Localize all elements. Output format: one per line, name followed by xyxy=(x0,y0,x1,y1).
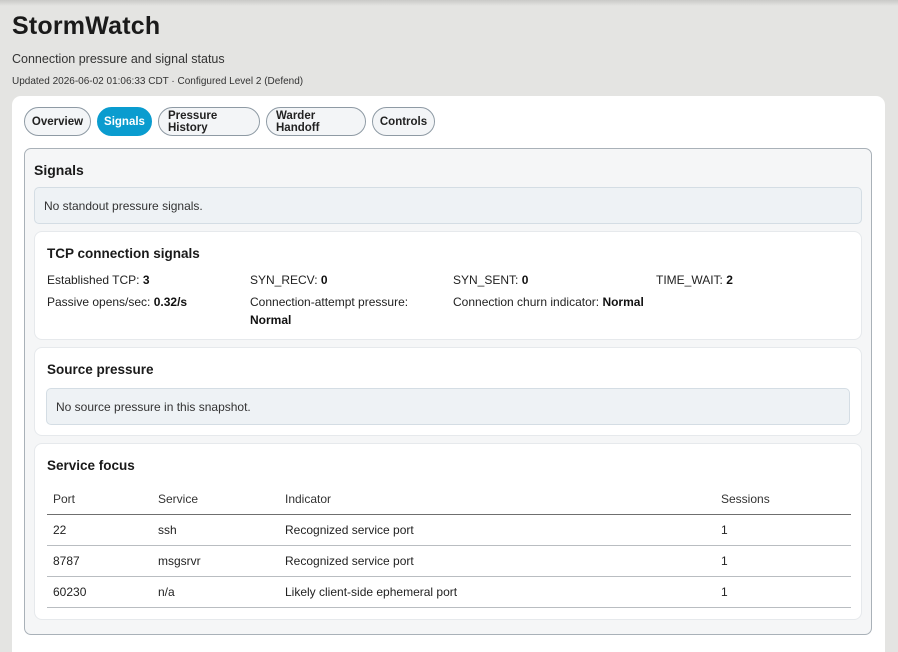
column-header-indicator: Indicator xyxy=(279,484,715,515)
sessions-cell: 1 xyxy=(715,576,851,608)
table-header-row: Port Service Indicator Sessions xyxy=(47,484,851,515)
indicator-cell: Likely client-side ephemeral port xyxy=(279,576,715,608)
port-cell: 60230 xyxy=(47,576,152,608)
syn-sent-value: 0 xyxy=(521,273,529,287)
service-focus-table: Port Service Indicator Sessions 22 ssh R… xyxy=(47,484,851,608)
passive-opens-label: Passive opens/sec: xyxy=(47,295,151,309)
time-wait-label: TIME_WAIT: xyxy=(656,273,723,287)
service-cell: n/a xyxy=(152,576,279,608)
indicator-cell: Recognized service port xyxy=(279,545,715,577)
signals-heading: Signals xyxy=(34,162,84,178)
port-cell: 8787 xyxy=(47,545,152,577)
syn-sent-label: SYN_SENT: xyxy=(453,273,519,287)
established-tcp-stat: Established TCP: 3 xyxy=(47,271,150,289)
column-header-port: Port xyxy=(47,484,152,515)
attempt-pressure-stat: Connection-attempt pressure: Normal xyxy=(250,293,430,329)
sessions-cell: 1 xyxy=(715,514,851,546)
source-pressure-notice: No source pressure in this snapshot. xyxy=(46,388,850,425)
source-pressure-heading: Source pressure xyxy=(47,362,154,377)
syn-recv-stat: SYN_RECV: 0 xyxy=(250,271,328,289)
service-focus-heading: Service focus xyxy=(47,458,135,473)
syn-sent-stat: SYN_SENT: 0 xyxy=(453,271,528,289)
column-header-service: Service xyxy=(152,484,279,515)
table-row: 22 ssh Recognized service port 1 xyxy=(47,514,851,546)
column-header-sessions: Sessions xyxy=(715,484,851,515)
last-updated-status: Updated 2026-06-02 01:06:33 CDT · Config… xyxy=(12,76,304,87)
window-top-shade xyxy=(0,0,898,6)
service-cell: msgsrvr xyxy=(152,545,279,577)
time-wait-stat: TIME_WAIT: 2 xyxy=(656,271,733,289)
app-subtitle: Connection pressure and signal status xyxy=(12,52,225,66)
service-cell: ssh xyxy=(152,514,279,546)
churn-indicator-value: Normal xyxy=(602,295,644,309)
table-row: 60230 n/a Likely client-side ephemeral p… xyxy=(47,576,851,608)
churn-indicator-label: Connection churn indicator: xyxy=(453,295,600,309)
syn-recv-value: 0 xyxy=(320,273,328,287)
sessions-cell: 1 xyxy=(715,545,851,577)
established-tcp-value: 3 xyxy=(142,273,150,287)
tab-pressure-history[interactable]: Pressure History xyxy=(158,107,260,136)
tab-controls[interactable]: Controls xyxy=(372,107,435,136)
passive-opens-stat: Passive opens/sec: 0.32/s xyxy=(47,293,187,311)
signals-notice: No standout pressure signals. xyxy=(34,187,862,224)
source-pressure-card: Source pressure No source pressure in th… xyxy=(34,347,862,436)
table-row: 8787 msgsrvr Recognized service port 1 xyxy=(47,545,851,577)
passive-opens-value: 0.32/s xyxy=(153,295,188,309)
time-wait-value: 2 xyxy=(726,273,733,287)
tab-bar: Overview Signals Pressure History Warder… xyxy=(24,107,441,136)
syn-recv-label: SYN_RECV: xyxy=(250,273,318,287)
tcp-signals-card: TCP connection signals Established TCP: … xyxy=(34,231,862,340)
attempt-pressure-value: Normal xyxy=(250,313,292,327)
churn-indicator-stat: Connection churn indicator: Normal xyxy=(453,293,644,311)
main-card: Overview Signals Pressure History Warder… xyxy=(12,96,885,652)
established-tcp-label: Established TCP: xyxy=(47,273,140,287)
attempt-pressure-label: Connection-attempt pressure: xyxy=(250,295,409,309)
tab-signals[interactable]: Signals xyxy=(97,107,152,136)
tcp-signals-heading: TCP connection signals xyxy=(47,246,200,261)
indicator-cell: Recognized service port xyxy=(279,514,715,546)
port-cell: 22 xyxy=(47,514,152,546)
tab-warder-handoff[interactable]: Warder Handoff xyxy=(266,107,366,136)
tab-overview[interactable]: Overview xyxy=(24,107,91,136)
app-title: StormWatch xyxy=(12,12,161,40)
signals-panel: Signals No standout pressure signals. TC… xyxy=(24,148,872,635)
service-focus-card: Service focus Port Service Indicator Ses… xyxy=(34,443,862,620)
